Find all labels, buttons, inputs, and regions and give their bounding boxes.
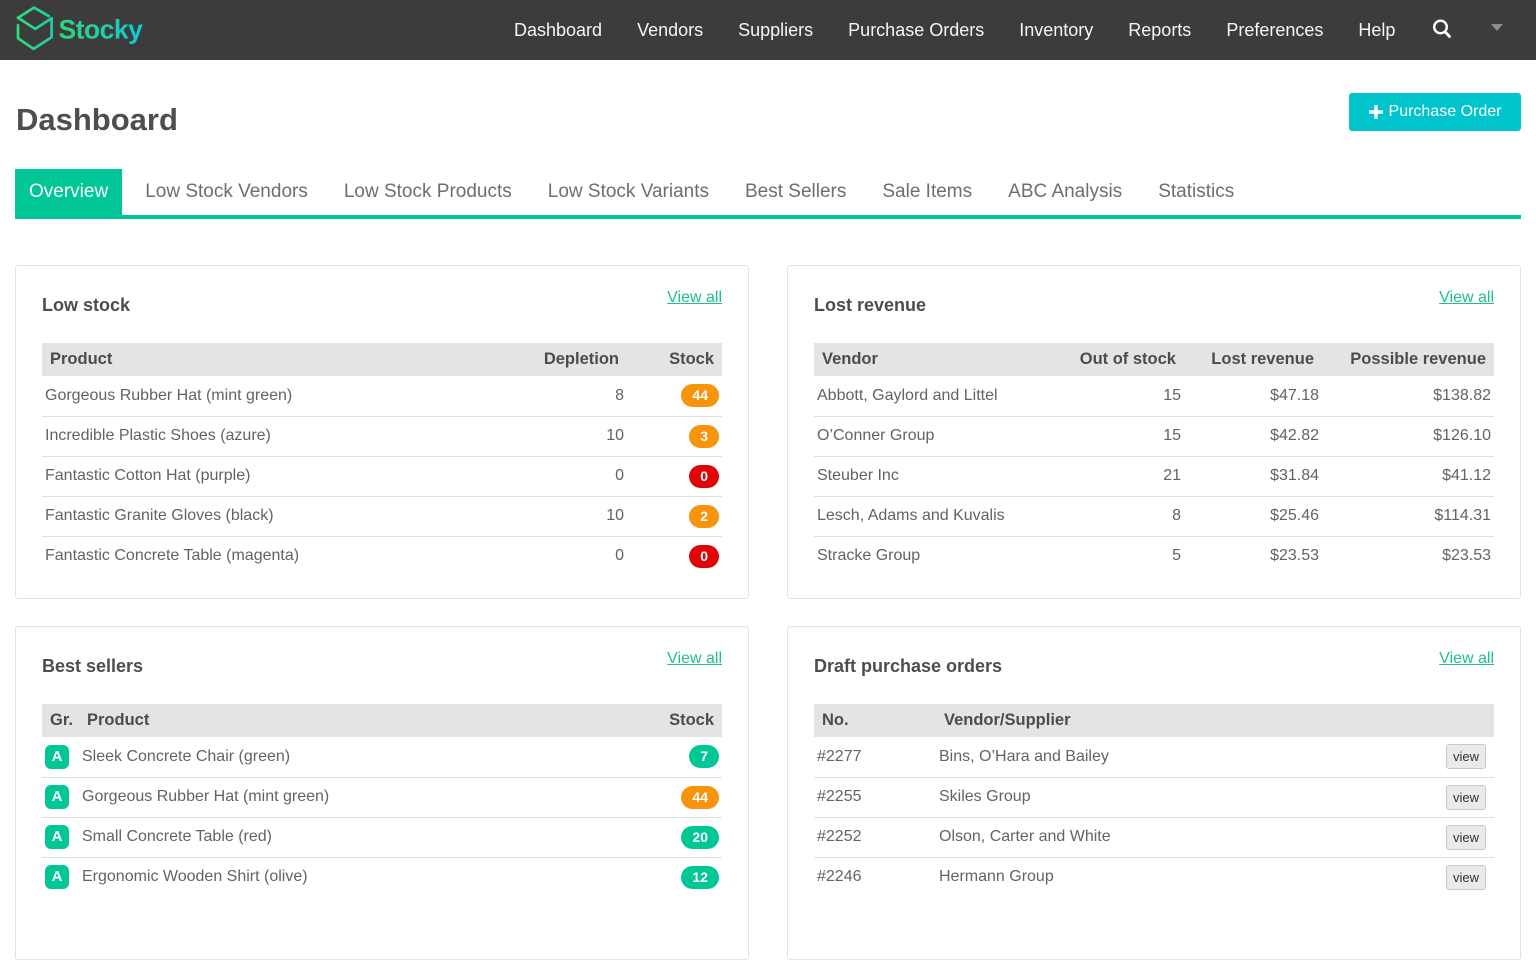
- svg-text:Stocky: Stocky: [59, 15, 144, 45]
